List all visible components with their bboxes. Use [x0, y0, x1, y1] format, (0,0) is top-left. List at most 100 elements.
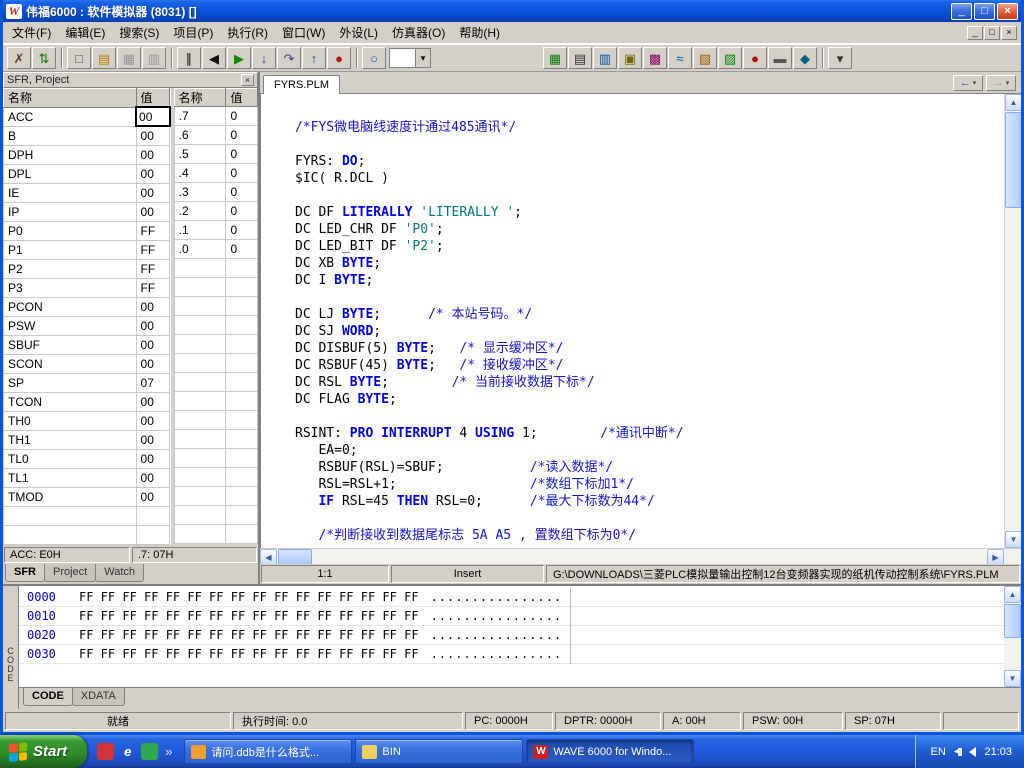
code-line[interactable]: /*判断接收到数据尾标志 5A A5 , 置数组下标为0*/ [295, 527, 1004, 544]
stop-icon[interactable]: ◀ [202, 47, 226, 69]
sfr-value-cell[interactable] [136, 525, 170, 544]
sfr-row[interactable] [4, 506, 170, 525]
sfr-name-cell[interactable] [174, 259, 226, 278]
mdi-close-button[interactable]: × [1001, 26, 1017, 40]
sfr-panel-title[interactable]: SFR, Project × [3, 72, 258, 88]
sfr-row[interactable]: DPH00 [4, 145, 170, 164]
sfr-row[interactable] [174, 297, 257, 316]
code-line[interactable] [295, 136, 1004, 153]
sfr-value-cell[interactable] [226, 297, 258, 316]
internet-explorer-icon[interactable]: e [119, 743, 136, 760]
sfr-name-cell[interactable] [174, 316, 226, 335]
sfr-row[interactable]: .70 [174, 107, 257, 126]
sfr-row[interactable]: P3FF [4, 278, 170, 297]
sfr-name-cell[interactable] [174, 411, 226, 430]
sfr-name-cell[interactable] [174, 449, 226, 468]
memory-row[interactable]: 0030FF FF FF FF FF FF FF FF FF FF FF FF … [19, 645, 1004, 664]
code-line[interactable]: RSL=RSL+1; /*数组下标加1*/ [295, 476, 1004, 493]
message-window-icon[interactable]: ▬ [768, 47, 792, 69]
sfr-tab-sfr[interactable]: SFR [5, 564, 45, 582]
scroll-right-icon[interactable]: ▶ [987, 549, 1004, 565]
more-toolbars-icon[interactable]: ▾ [828, 47, 852, 69]
sfr-value-cell[interactable] [226, 316, 258, 335]
editor-horizontal-scrollbar[interactable]: ◀ ▶ [260, 548, 1021, 564]
memory-tab-code[interactable]: CODE [23, 688, 73, 706]
code-line[interactable]: DC RSL BYTE; /* 当前接收数据下标*/ [295, 374, 1004, 391]
sfr-name-cell[interactable] [174, 506, 226, 525]
red-app-icon[interactable] [97, 743, 114, 760]
chevron-down-icon[interactable]: ▾ [415, 49, 430, 67]
sfr-row[interactable] [174, 487, 257, 506]
sfr-row[interactable]: P0FF [4, 221, 170, 240]
sfr-name-cell[interactable]: .4 [174, 164, 226, 183]
sfr-name-cell[interactable]: P1 [4, 240, 137, 259]
scrollbar-thumb[interactable] [1005, 112, 1021, 208]
sfr-value-cell[interactable] [136, 506, 170, 525]
sfr-value-cell[interactable]: 00 [136, 430, 170, 449]
sfr-row[interactable] [174, 468, 257, 487]
sfr-row[interactable] [174, 506, 257, 525]
sfr-row[interactable] [4, 525, 170, 544]
menu-item[interactable]: 帮助(H) [452, 21, 507, 44]
save-icon[interactable]: ▦ [117, 47, 141, 69]
sfr-row[interactable] [174, 449, 257, 468]
sfr-name-cell[interactable]: TMOD [4, 487, 137, 506]
code-line[interactable]: DC RSBUF(45) BYTE; /* 接收缓冲区*/ [295, 357, 1004, 374]
step-out-icon[interactable]: ↑ [302, 47, 326, 69]
sfr-value-cell[interactable]: 00 [136, 335, 170, 354]
code-line[interactable]: DC I BYTE; [295, 272, 1004, 289]
quick-launch-chevron-icon[interactable]: » [165, 744, 172, 759]
code-line[interactable]: DC SJ WORD; [295, 323, 1004, 340]
sfr-value-cell[interactable]: 0 [226, 164, 258, 183]
sfr-name-cell[interactable]: P0 [4, 221, 137, 240]
maximize-button[interactable]: □ [974, 3, 995, 20]
sfr-name-cell[interactable]: P3 [4, 278, 137, 297]
sfr-name-cell[interactable]: DPL [4, 164, 137, 183]
sfr-row[interactable]: PSW00 [4, 316, 170, 335]
sfr-row[interactable]: .20 [174, 202, 257, 221]
code-line[interactable]: RSINT: PRO INTERRUPT 4 USING 1; /*通讯中断*/ [295, 425, 1004, 442]
scrollbar-thumb[interactable] [1004, 604, 1021, 638]
sfr-row[interactable] [174, 335, 257, 354]
sfr-value-cell[interactable] [226, 335, 258, 354]
sfr-value-cell[interactable] [226, 468, 258, 487]
sfr-row[interactable]: IE00 [4, 183, 170, 202]
menu-item[interactable]: 窗口(W) [275, 21, 332, 44]
sfr-name-cell[interactable]: B [4, 126, 137, 145]
menu-item[interactable]: 外设(L) [332, 21, 385, 44]
sfr-name-cell[interactable] [174, 430, 226, 449]
sfr-value-cell[interactable] [226, 259, 258, 278]
mdi-minimize-button[interactable]: _ [967, 26, 983, 40]
sfr-value-cell[interactable] [226, 392, 258, 411]
data-window-icon[interactable]: ▥ [593, 47, 617, 69]
sfr-name-cell[interactable] [174, 487, 226, 506]
sfr-value-cell[interactable]: 00 [136, 297, 170, 316]
sfr-row[interactable]: DPL00 [4, 164, 170, 183]
scroll-left-icon[interactable]: ◀ [260, 549, 277, 565]
code-line[interactable]: DC LED_BIT DF 'P2'; [295, 238, 1004, 255]
sfr-row[interactable]: B00 [4, 126, 170, 145]
sfr-row[interactable]: TCON00 [4, 392, 170, 411]
sfr-row[interactable]: .60 [174, 126, 257, 145]
code-line[interactable]: FYRS: DO; [295, 153, 1004, 170]
sfr-name-cell[interactable] [174, 278, 226, 297]
sfr-name-cell[interactable] [4, 506, 137, 525]
sfr-name-cell[interactable] [174, 335, 226, 354]
watch-window-icon[interactable]: ▣ [618, 47, 642, 69]
sfr-value-cell[interactable]: 0 [226, 240, 258, 259]
sfr-row[interactable] [174, 392, 257, 411]
menu-item[interactable]: 项目(P) [166, 21, 220, 44]
source-window-icon[interactable]: ▤ [568, 47, 592, 69]
pause-icon[interactable]: ∥ [177, 47, 201, 69]
memory-bytes[interactable]: FF FF FF FF FF FF FF FF FF FF FF FF FF F… [79, 645, 419, 664]
sfr-value-cell[interactable] [226, 506, 258, 525]
sfr-row[interactable]: .30 [174, 183, 257, 202]
new-file-icon[interactable]: □ [67, 47, 91, 69]
code-line[interactable] [295, 408, 1004, 425]
sfr-row[interactable]: TMOD00 [4, 487, 170, 506]
menu-item[interactable]: 搜索(S) [112, 21, 166, 44]
code-line[interactable]: EA=0; [295, 442, 1004, 459]
sfr-row[interactable]: TL000 [4, 449, 170, 468]
sfr-value-cell[interactable] [226, 525, 258, 544]
memory-tab-xdata[interactable]: XDATA [72, 688, 125, 706]
